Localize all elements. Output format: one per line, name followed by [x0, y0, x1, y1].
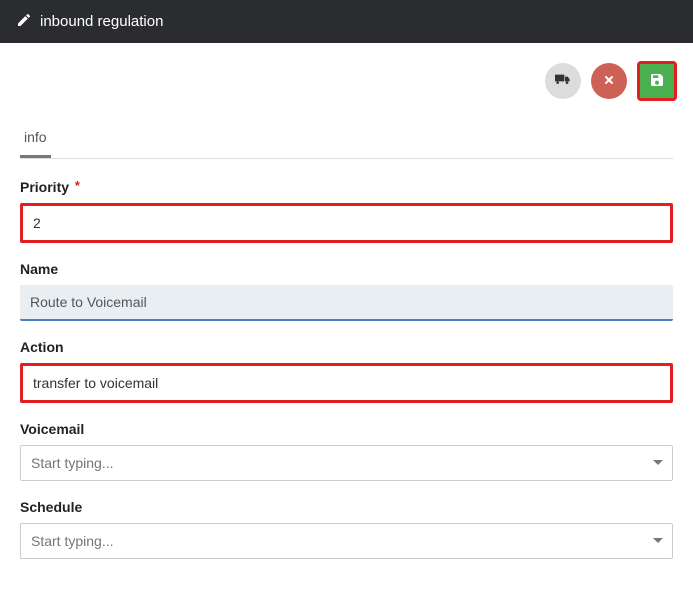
priority-label-text: Priority: [20, 179, 69, 195]
save-button[interactable]: [637, 61, 677, 101]
edit-icon: [16, 12, 32, 31]
truck-button[interactable]: [545, 63, 581, 99]
action-label: Action: [20, 339, 673, 355]
tab-info[interactable]: info: [20, 119, 51, 158]
field-name: Name: [20, 261, 673, 321]
header-bar: inbound regulation: [0, 0, 693, 43]
voicemail-select[interactable]: [20, 445, 673, 481]
schedule-select[interactable]: [20, 523, 673, 559]
tab-bar: info: [20, 119, 673, 159]
close-icon: [603, 74, 615, 89]
schedule-label: Schedule: [20, 499, 673, 515]
truck-icon: [555, 73, 571, 90]
action-toolbar: [0, 43, 693, 119]
voicemail-input[interactable]: [20, 445, 673, 481]
page-title: inbound regulation: [40, 13, 163, 30]
field-schedule: Schedule: [20, 499, 673, 559]
required-asterisk: *: [75, 178, 80, 193]
name-input[interactable]: [20, 285, 673, 321]
close-button[interactable]: [591, 63, 627, 99]
name-label: Name: [20, 261, 673, 277]
action-input[interactable]: [20, 363, 673, 403]
save-icon: [649, 72, 665, 91]
schedule-input[interactable]: [20, 523, 673, 559]
field-action: Action: [20, 339, 673, 403]
priority-input[interactable]: [20, 203, 673, 243]
field-voicemail: Voicemail: [20, 421, 673, 481]
content-area: info Priority * Name Action Voicemail Sc…: [0, 119, 693, 597]
voicemail-label: Voicemail: [20, 421, 673, 437]
field-priority: Priority *: [20, 179, 673, 243]
priority-label: Priority *: [20, 179, 673, 195]
